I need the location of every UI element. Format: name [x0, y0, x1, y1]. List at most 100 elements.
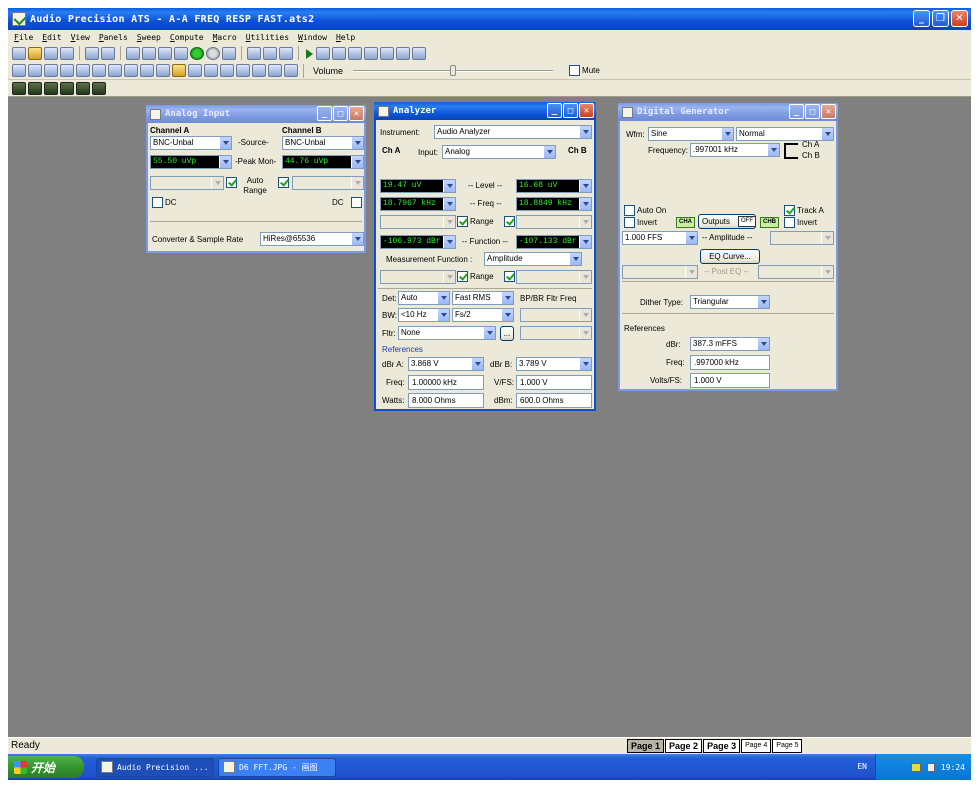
frequency-select[interactable]: .997001 kHz — [690, 143, 780, 157]
func-range-b-select[interactable] — [516, 270, 592, 284]
level-b-readout[interactable]: 16.68 uV — [516, 179, 592, 193]
hand-icon[interactable] — [348, 46, 362, 60]
bpbr-select[interactable] — [520, 308, 592, 322]
freq-a-readout[interactable]: 18.7967 kHz — [380, 197, 456, 211]
watts-field[interactable]: 8.000 Ohms — [408, 393, 484, 408]
menu-window[interactable]: Window — [298, 33, 327, 42]
clock-icon[interactable] — [108, 64, 122, 77]
invert-a-checkbox[interactable] — [624, 217, 635, 228]
chb-output-chip[interactable]: CHB — [760, 217, 779, 228]
export-icon[interactable] — [204, 64, 218, 77]
panel-maximize-button[interactable]: □ — [333, 106, 348, 121]
volume-icon[interactable] — [926, 762, 935, 772]
peak-b-readout[interactable]: 44.76 uVp — [282, 155, 364, 169]
function-b-readout[interactable]: -107.133 dBr B — [516, 235, 592, 249]
scope-icon[interactable] — [140, 64, 154, 77]
new-icon[interactable] — [12, 46, 26, 60]
panel-minimize-button[interactable]: _ — [547, 103, 562, 118]
range-select[interactable] — [380, 215, 456, 229]
det-mode-select[interactable]: Fast RMS — [452, 291, 514, 305]
source-b-select[interactable]: BNC-Unbal — [282, 136, 364, 150]
print-icon[interactable] — [85, 46, 99, 60]
sine-icon[interactable] — [12, 64, 26, 77]
bar-graph-icon[interactable] — [92, 64, 106, 77]
dbm-field[interactable]: 600.0 Ohms — [516, 393, 592, 408]
network-icon[interactable] — [910, 762, 921, 772]
instrument-select[interactable]: Audio Analyzer — [434, 125, 592, 139]
range-a-checkbox[interactable] — [457, 216, 468, 227]
gen-freq-field[interactable]: .997000 kHz — [690, 355, 770, 370]
go-icon[interactable] — [190, 46, 204, 60]
panel-minimize-button[interactable]: _ — [317, 106, 332, 121]
input-select[interactable]: Analog — [442, 145, 556, 159]
table-icon[interactable] — [252, 64, 266, 77]
analog-input-title-bar[interactable]: Analog Input _ □ ✕ — [146, 105, 366, 123]
eq-curve-button[interactable]: EQ Curve... — [700, 249, 760, 264]
main-title-bar[interactable]: Audio Precision ATS - A-A FREQ RESP FAST… — [8, 8, 971, 30]
range-b-checkbox[interactable] — [504, 216, 515, 227]
restore-button[interactable]: ❐ — [932, 10, 949, 27]
analyzer-icon[interactable] — [28, 64, 42, 77]
panel-close-button[interactable]: ✕ — [349, 106, 364, 121]
panel-f-icon[interactable] — [92, 81, 106, 95]
panel-d-icon[interactable] — [60, 81, 74, 95]
mute-checkbox[interactable] — [569, 65, 581, 76]
auto-range-a-checkbox[interactable] — [226, 177, 237, 188]
level-a-readout[interactable]: 19.47 uV — [380, 179, 456, 193]
mute-toggle[interactable]: Mute — [569, 65, 600, 76]
notes-icon[interactable] — [284, 64, 298, 77]
peak-a-readout[interactable]: 55.50 uVp — [150, 155, 232, 169]
panel-minimize-button[interactable]: _ — [789, 104, 804, 119]
bw-select[interactable]: <10 Hz — [398, 308, 450, 322]
dbrb-select[interactable]: 3.789 V — [516, 357, 592, 371]
function-a-readout[interactable]: -106.973 dBr A — [380, 235, 456, 249]
menu-compute[interactable]: Compute — [170, 33, 204, 42]
fltr-select[interactable]: None — [398, 326, 496, 340]
page-tab-2[interactable]: Page 2 — [665, 739, 703, 753]
filter-browse-button[interactable]: ... — [500, 326, 514, 341]
amplitude-select[interactable]: 1.000 FFS — [622, 231, 698, 245]
menu-help[interactable]: Help — [336, 33, 355, 42]
menu-view[interactable]: View — [71, 33, 90, 42]
freq-ref-field[interactable]: 1.00000 kHz — [408, 375, 484, 390]
post-eq-b-select[interactable] — [758, 265, 834, 279]
panel-e-icon[interactable] — [76, 81, 90, 95]
auto-range-b-checkbox[interactable] — [278, 177, 289, 188]
menu-panels[interactable]: Panels — [99, 33, 128, 42]
dbr-select[interactable]: 387.3 mFFS — [690, 337, 770, 351]
volume-slider-thumb[interactable] — [450, 64, 457, 76]
panel-a-icon[interactable] — [12, 81, 26, 95]
stop-icon[interactable] — [206, 46, 220, 60]
save-all-icon[interactable] — [60, 46, 74, 60]
paste-icon[interactable] — [174, 46, 188, 60]
play-icon[interactable] — [304, 47, 314, 60]
language-indicator[interactable]: EN — [857, 762, 867, 771]
panel-close-button[interactable]: ✕ — [579, 103, 594, 118]
menu-macro[interactable]: Macro — [213, 33, 237, 42]
func-range-a-select[interactable] — [380, 270, 456, 284]
range-a-select[interactable] — [150, 176, 224, 190]
step-icon[interactable] — [380, 46, 394, 60]
det-select[interactable]: Auto — [398, 291, 450, 305]
menu-utilities[interactable]: Utilities — [246, 33, 289, 42]
save-icon[interactable] — [44, 46, 58, 60]
watch-icon[interactable] — [412, 46, 426, 60]
dbra-select[interactable]: 3.868 V — [408, 357, 484, 371]
vfs-field[interactable]: 1.000 V — [516, 375, 592, 390]
graph-icon[interactable] — [247, 46, 261, 60]
range-b-select[interactable] — [292, 176, 364, 190]
page-tab-1[interactable]: Page 1 — [627, 739, 665, 753]
invert-b-checkbox[interactable] — [784, 217, 795, 228]
post-eq-a-select[interactable] — [622, 265, 698, 279]
volume-slider[interactable] — [353, 64, 554, 76]
panel-close-button[interactable]: ✕ — [821, 104, 836, 119]
page-tab-5[interactable]: Page 5 — [772, 739, 803, 753]
func-range-b-checkbox[interactable] — [504, 271, 515, 282]
converter-select[interactable]: HiRes@65536 — [260, 232, 364, 246]
meter-icon[interactable] — [60, 64, 74, 77]
page-tab-4[interactable]: Page 4 — [741, 739, 772, 753]
switcher-icon[interactable] — [76, 64, 90, 77]
breakpoint-icon[interactable] — [396, 46, 410, 60]
undo-icon[interactable] — [126, 46, 140, 60]
digital-icon[interactable] — [268, 64, 282, 77]
